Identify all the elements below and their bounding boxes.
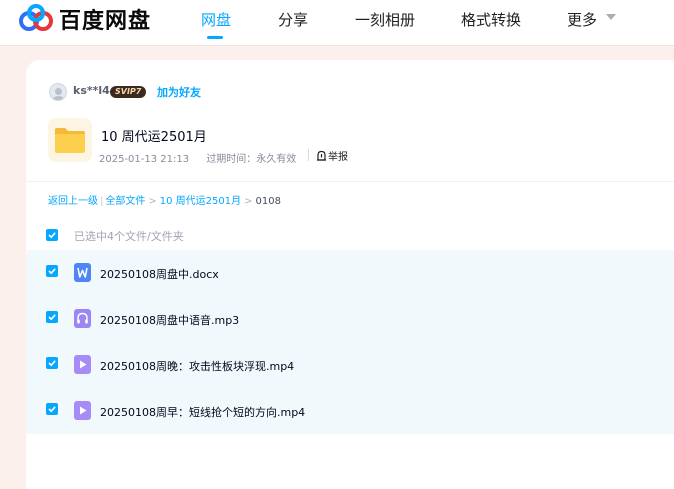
- baidu-cloud-logo-icon: [19, 4, 53, 31]
- nav-tab-format-convert[interactable]: 格式转换: [461, 9, 521, 30]
- word-doc-icon: [74, 263, 91, 282]
- breadcrumb-divider: |: [100, 196, 104, 207]
- selection-count-label: 已选中4个文件/文件夹: [74, 230, 184, 243]
- brand-name: 百度网盘: [59, 9, 152, 34]
- check-icon: [48, 406, 56, 413]
- folder-icon: [55, 128, 85, 153]
- chevron-down-icon[interactable]: [606, 14, 616, 20]
- file-name[interactable]: 20250108周早：短线抢个短的方向.mp4: [100, 404, 305, 420]
- share-meta: 2025-01-13 21:13 过期时间：永久有效: [99, 150, 310, 165]
- report-icon: [317, 150, 326, 161]
- nav-tab-share[interactable]: 分享: [278, 9, 308, 30]
- file-checkbox[interactable]: [46, 311, 58, 323]
- add-friend-link[interactable]: 加为好友: [157, 84, 201, 100]
- check-icon: [48, 232, 56, 239]
- breadcrumb-separator: >: [244, 196, 253, 207]
- breadcrumb: 返回上一级 | 全部文件 >10 周代运2501月 >0108: [48, 192, 281, 207]
- video-file-icon: [74, 401, 91, 420]
- breadcrumb-current: 0108: [255, 196, 281, 207]
- svip-badge: SVIP7: [110, 86, 147, 98]
- report-label: 举报: [328, 152, 348, 163]
- share-expiry: 过期时间：永久有效: [206, 154, 297, 165]
- video-file-icon: [74, 355, 91, 374]
- breadcrumb-all-files[interactable]: 全部文件: [105, 196, 145, 207]
- check-icon: [48, 314, 56, 321]
- nav-tab-more[interactable]: 更多: [567, 9, 597, 30]
- section-divider: [26, 181, 674, 182]
- breadcrumb-separator: >: [148, 196, 157, 207]
- check-icon: [48, 268, 56, 275]
- brand-logo[interactable]: 百度网盘: [18, 4, 151, 34]
- nav-tab-album[interactable]: 一刻相册: [355, 9, 415, 30]
- select-all-checkbox[interactable]: [46, 229, 58, 241]
- file-name[interactable]: 20250108周盘中语音.mp3: [100, 312, 239, 328]
- file-checkbox[interactable]: [46, 403, 58, 415]
- share-folder-thumbnail: [48, 118, 92, 162]
- breadcrumb-folder[interactable]: 10 周代运2501月: [160, 196, 241, 207]
- breadcrumb-back-link[interactable]: 返回上一级: [48, 196, 98, 207]
- avatar[interactable]: [49, 83, 67, 101]
- file-checkbox[interactable]: [46, 357, 58, 369]
- file-name[interactable]: 20250108周盘中.docx: [100, 266, 219, 282]
- file-row[interactable]: [0, 342, 660, 388]
- file-row[interactable]: [0, 250, 660, 296]
- nav-tab-netdisk[interactable]: 网盘: [201, 9, 231, 30]
- file-row[interactable]: [0, 296, 660, 342]
- check-icon: [48, 360, 56, 367]
- active-tab-indicator: [207, 36, 223, 39]
- top-nav-bar: 百度网盘 网盘 分享 一刻相册 格式转换 更多: [0, 0, 674, 46]
- share-date: 2025-01-13 21:13: [99, 154, 190, 165]
- file-name[interactable]: 20250108周晚：攻击性板块浮现.mp4: [100, 358, 294, 374]
- share-title: 10 周代运2501月: [101, 130, 207, 145]
- audio-file-icon: [74, 309, 91, 328]
- file-row[interactable]: [0, 388, 660, 434]
- sharer-username: ks**l4: [73, 84, 110, 97]
- file-checkbox[interactable]: [46, 265, 58, 277]
- report-button[interactable]: 举报: [308, 148, 348, 163]
